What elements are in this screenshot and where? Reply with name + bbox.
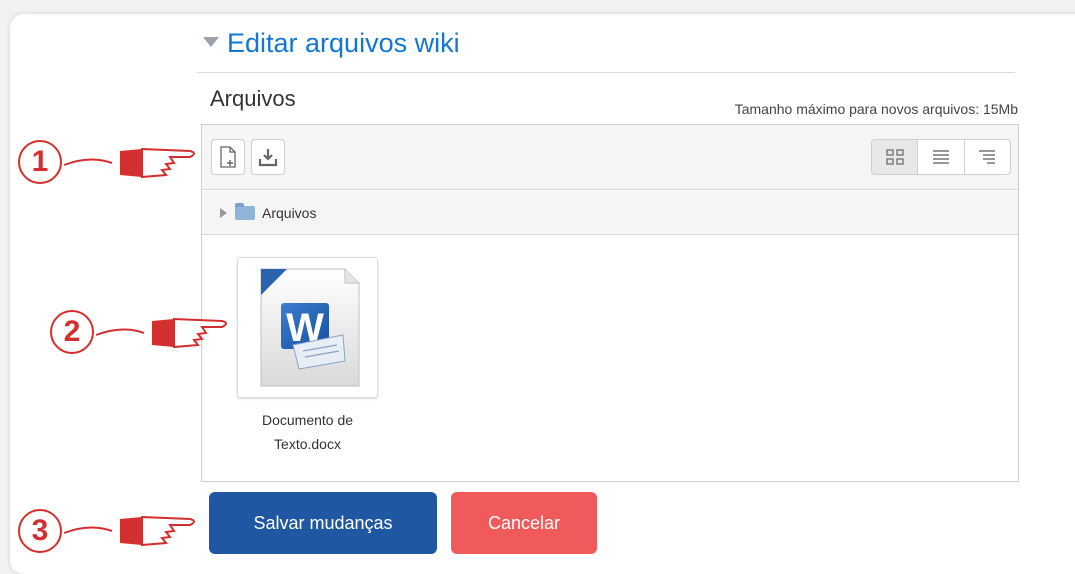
tree-view-button[interactable] bbox=[963, 140, 1010, 174]
add-file-button[interactable] bbox=[211, 139, 245, 175]
cancel-button[interactable]: Cancelar bbox=[451, 492, 597, 554]
breadcrumb: Arquivos bbox=[202, 191, 1018, 235]
save-changes-button[interactable]: Salvar mudanças bbox=[209, 492, 437, 554]
divider bbox=[197, 72, 1015, 73]
collapse-caret-icon[interactable] bbox=[203, 36, 219, 47]
files-label: Arquivos bbox=[210, 86, 296, 111]
file-thumbnail[interactable]: W bbox=[237, 257, 378, 398]
download-icon bbox=[258, 149, 278, 167]
file-item[interactable]: W Documento de Texto.docx bbox=[237, 257, 378, 456]
grid-view-button[interactable] bbox=[872, 140, 918, 174]
pointing-hand-icon bbox=[63, 515, 195, 547]
grid-view-icon bbox=[885, 149, 904, 165]
word-doc-icon: W bbox=[260, 268, 359, 387]
expand-caret-icon[interactable] bbox=[220, 207, 227, 218]
download-button[interactable] bbox=[251, 139, 285, 175]
pointing-hand-icon bbox=[63, 147, 195, 179]
folder-icon bbox=[235, 202, 255, 220]
view-switcher bbox=[871, 139, 1011, 175]
max-size-text: Tamanho máximo para novos arquivos: 15Mb bbox=[734, 101, 1018, 117]
section-title: Editar arquivos wiki bbox=[227, 28, 460, 58]
callout-badge: 3 bbox=[18, 509, 62, 553]
pointing-hand-icon bbox=[95, 317, 227, 349]
tree-view-icon bbox=[979, 150, 996, 164]
add-file-icon bbox=[220, 146, 236, 168]
file-name: Documento de Texto.docx bbox=[261, 412, 354, 452]
list-view-icon bbox=[932, 150, 949, 164]
callout-badge: 1 bbox=[18, 140, 62, 184]
callout-badge: 2 bbox=[50, 310, 94, 354]
section-header[interactable]: Editar arquivos wiki bbox=[203, 28, 460, 58]
file-manager: Arquivos W Documento de Texto.docx bbox=[201, 124, 1019, 482]
breadcrumb-folder-label[interactable]: Arquivos bbox=[262, 205, 316, 221]
list-view-button[interactable] bbox=[917, 140, 963, 174]
file-toolbar bbox=[202, 125, 1018, 190]
